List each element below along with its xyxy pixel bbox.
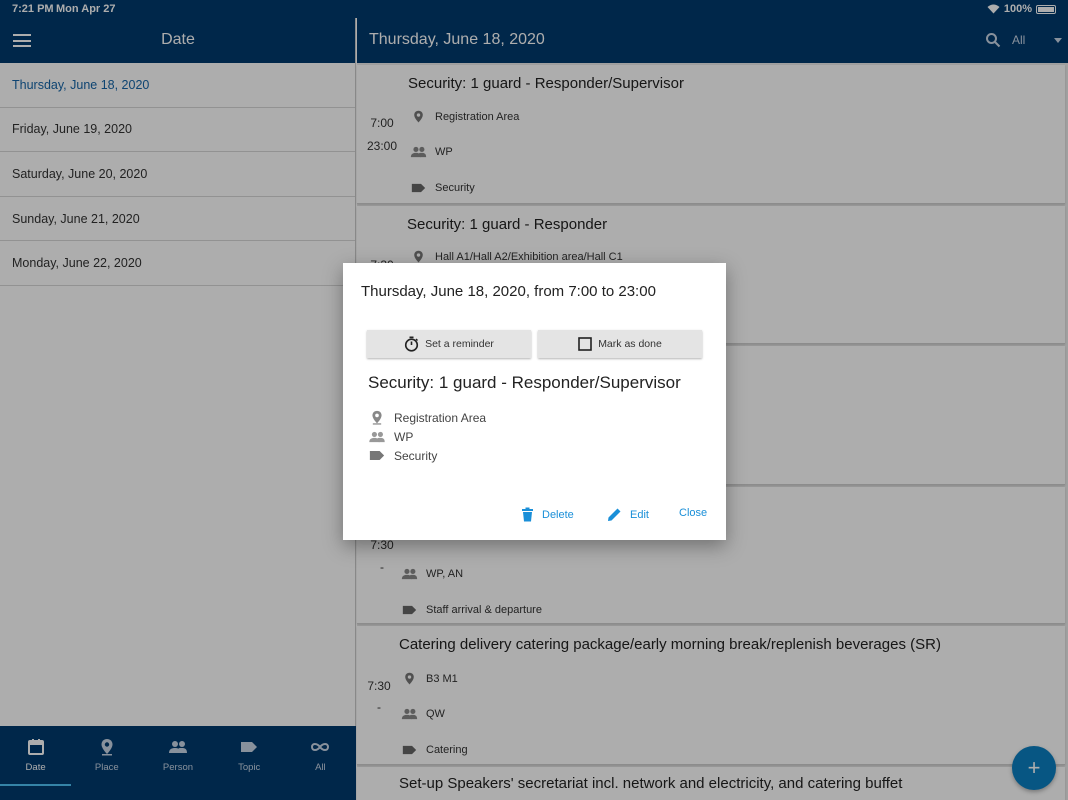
set-reminder-button[interactable]: Set a reminder: [367, 330, 531, 358]
checkbox-icon: [578, 337, 592, 351]
event-detail-dialog: Thursday, June 18, 2020, from 7:00 to 23…: [343, 263, 726, 540]
close-button[interactable]: Close: [679, 507, 707, 519]
edit-button[interactable]: Edit: [607, 507, 649, 522]
pencil-icon: [608, 508, 621, 521]
dialog-event-title: Security: 1 guard - Responder/Supervisor: [368, 373, 681, 392]
dialog-heading: Thursday, June 18, 2020, from 7:00 to 23…: [361, 283, 656, 300]
dialog-topic-text: Security: [394, 448, 438, 463]
close-label: Close: [679, 507, 708, 519]
dialog-person-text: WP: [394, 429, 414, 444]
dialog-place-text: Registration Area: [394, 410, 487, 425]
dialog-person: WP: [368, 429, 413, 444]
stopwatch-icon: [404, 336, 419, 352]
set-reminder-label: Set a reminder: [425, 338, 494, 350]
mark-as-done-label: Mark as done: [598, 338, 662, 350]
people-icon: [368, 429, 386, 444]
mark-as-done-button[interactable]: Mark as done: [538, 330, 702, 358]
trash-icon: [522, 507, 533, 522]
dialog-topic: Security: [368, 448, 437, 463]
delete-button[interactable]: Delete: [521, 507, 574, 522]
location-pin-icon: [368, 410, 386, 425]
dialog-place: Registration Area: [368, 410, 486, 425]
edit-label: Edit: [630, 508, 649, 521]
tag-icon: [368, 448, 386, 463]
delete-label: Delete: [542, 508, 574, 521]
